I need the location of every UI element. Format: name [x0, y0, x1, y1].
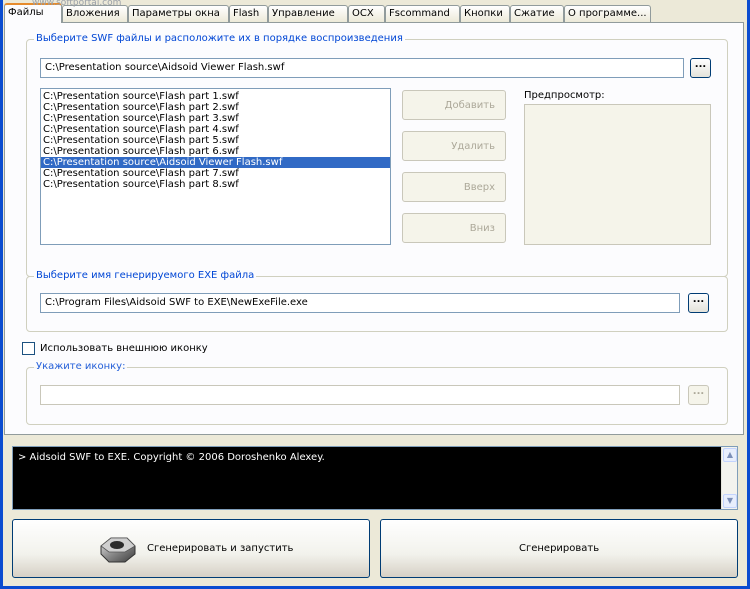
watermark: www.softportal.com [32, 0, 122, 8]
scroll-up-icon[interactable]: ▲ [723, 448, 737, 462]
swf-group-title: Выберите SWF файлы и расположите их в по… [34, 33, 405, 44]
icon-group-title: Укажите иконку: [34, 361, 128, 372]
generate-label: Сгенерировать [519, 543, 600, 554]
tab-window-params[interactable]: Параметры окна [128, 5, 229, 22]
tab-about[interactable]: О программе... [564, 5, 651, 22]
generate-and-run-label: Сгенерировать и запустить [147, 543, 294, 554]
generate-and-run-button[interactable]: Сгенерировать и запустить [12, 519, 370, 578]
external-icon-label: Использовать внешнюю иконку [40, 343, 208, 354]
add-button[interactable]: Добавить [402, 90, 506, 120]
swf-files-group: Выберите SWF файлы и расположите их в по… [26, 33, 728, 277]
tab-panel-files: Выберите SWF файлы и расположите их в по… [4, 22, 744, 435]
console-scrollbar[interactable]: ▲ ▼ [721, 447, 737, 509]
tab-buttons[interactable]: Кнопки [460, 5, 510, 22]
tab-control[interactable]: Управление [268, 5, 348, 22]
delete-button[interactable]: Удалить [402, 131, 506, 161]
tab-fscommand[interactable]: Fscommand [385, 5, 460, 22]
exe-browse-button[interactable]: ... [688, 293, 709, 313]
scroll-down-icon[interactable]: ▼ [723, 494, 737, 508]
app-window: www.softportal.com Файлы Вложения Параме… [0, 0, 750, 589]
swf-browse-button[interactable]: ... [690, 58, 711, 78]
exe-path-input[interactable]: C:\Program Files\Aidsoid SWF to EXE\NewE… [40, 293, 680, 313]
icon-browse-button[interactable]: ... [688, 385, 709, 405]
nut-icon [100, 537, 136, 563]
log-console[interactable]: > Aidsoid SWF to EXE. Copyright © 2006 D… [12, 446, 738, 510]
preview-label: Предпросмотр: [524, 90, 605, 101]
external-icon-checkbox[interactable] [22, 342, 35, 355]
icon-path-input[interactable] [40, 385, 680, 405]
generate-button[interactable]: Сгенерировать [380, 519, 738, 578]
preview-area [524, 104, 711, 245]
list-item-selected[interactable]: C:\Presentation source\Aidsoid Viewer Fl… [41, 157, 390, 168]
list-item[interactable]: C:\Presentation source\Flash part 8.swf [41, 179, 390, 190]
list-item[interactable]: C:\Presentation source\Flash part 2.swf [41, 102, 390, 113]
swf-file-list[interactable]: C:\Presentation source\Flash part 1.swf … [40, 88, 391, 245]
move-up-button[interactable]: Вверх [402, 172, 506, 202]
exe-group-title: Выберите имя генерируемого EXE файла [34, 270, 257, 281]
icon-path-group: Укажите иконку: ... [26, 361, 728, 425]
list-item[interactable]: C:\Presentation source\Flash part 1.swf [41, 91, 390, 102]
list-item[interactable]: C:\Presentation source\Flash part 7.swf [41, 168, 390, 179]
list-item[interactable]: C:\Presentation source\Flash part 5.swf [41, 135, 390, 146]
list-item[interactable]: C:\Presentation source\Flash part 3.swf [41, 113, 390, 124]
tab-flash[interactable]: Flash [229, 5, 268, 22]
list-item[interactable]: C:\Presentation source\Flash part 4.swf [41, 124, 390, 135]
log-text: > Aidsoid SWF to EXE. Copyright © 2006 D… [18, 452, 325, 463]
tab-ocx[interactable]: OCX [348, 5, 385, 22]
tab-compression[interactable]: Сжатие [510, 5, 564, 22]
list-item[interactable]: C:\Presentation source\Flash part 6.swf [41, 146, 390, 157]
exe-file-group: Выберите имя генерируемого EXE файла C:\… [26, 270, 728, 332]
swf-path-input[interactable]: C:\Presentation source\Aidsoid Viewer Fl… [40, 58, 684, 78]
move-down-button[interactable]: Вниз [402, 213, 506, 243]
window-frame-left [0, 0, 3, 589]
